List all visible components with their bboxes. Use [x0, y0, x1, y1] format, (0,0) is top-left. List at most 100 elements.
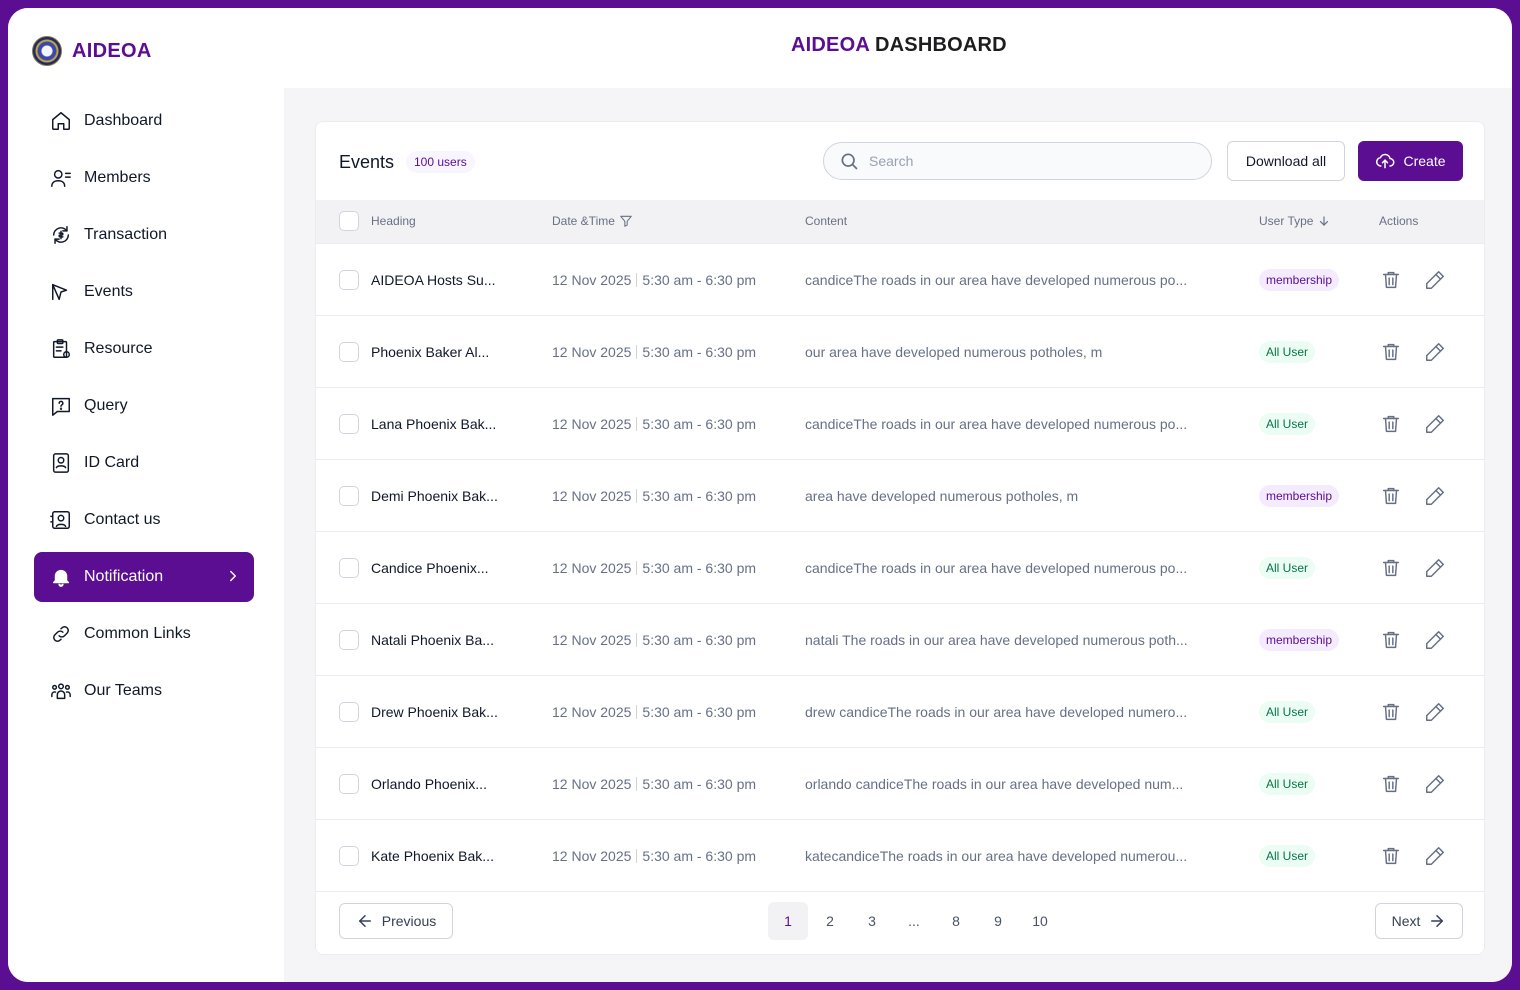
trash-icon[interactable]	[1380, 629, 1402, 651]
pencil-icon[interactable]	[1424, 413, 1446, 435]
sidebar-item-our-teams[interactable]: Our Teams	[34, 666, 254, 716]
sidebar-nav: Dashboard Members Transaction Events Resourc…	[34, 96, 254, 723]
date-divider	[636, 561, 638, 575]
trash-icon[interactable]	[1380, 701, 1402, 723]
column-heading: Heading	[371, 214, 416, 228]
row-datetime: 12 Nov 2025 5:30 am - 6:30 pm	[552, 632, 756, 648]
trash-icon[interactable]	[1380, 413, 1402, 435]
sidebar-item-label: Dashboard	[84, 112, 163, 129]
date-divider	[636, 849, 638, 863]
row-time: 5:30 am - 6:30 pm	[642, 848, 757, 864]
row-checkbox[interactable]	[339, 486, 359, 506]
sidebar-item-common-links[interactable]: Common Links	[34, 609, 254, 659]
select-all-checkbox[interactable]	[339, 211, 359, 231]
brand-logo[interactable]: AIDEOA	[32, 36, 152, 66]
sidebar-item-label: Members	[84, 169, 151, 186]
sidebar-item-resource[interactable]: Resource	[34, 324, 254, 374]
table-row: Demi Phoenix Bak... 12 Nov 2025 5:30 am - …	[316, 460, 1484, 532]
emblem-icon	[32, 36, 62, 66]
row-content: candiceThe roads in our area have develo…	[805, 272, 1188, 288]
row-time: 5:30 am - 6:30 pm	[642, 272, 757, 288]
row-heading: Drew Phoenix Bak...	[371, 704, 498, 720]
search-icon	[841, 153, 858, 170]
page-number[interactable]: 1	[768, 902, 808, 940]
row-checkbox[interactable]	[339, 342, 359, 362]
row-checkbox[interactable]	[339, 414, 359, 434]
pencil-icon[interactable]	[1424, 269, 1446, 291]
row-checkbox[interactable]	[339, 558, 359, 578]
page-number[interactable]: 8	[936, 902, 976, 940]
create-button[interactable]: Create	[1358, 141, 1463, 181]
row-checkbox[interactable]	[339, 846, 359, 866]
page-number[interactable]: 10	[1020, 902, 1060, 940]
row-date: 12 Nov 2025	[552, 488, 632, 504]
sidebar-item-label: Contact us	[84, 511, 161, 528]
trash-icon[interactable]	[1380, 773, 1402, 795]
table-body: AIDEOA Hosts Su... 12 Nov 2025 5:30 am - 6…	[316, 244, 1484, 892]
previous-button[interactable]: Previous	[339, 903, 453, 939]
contact-icon	[50, 511, 70, 529]
trash-icon[interactable]	[1380, 485, 1402, 507]
page-number[interactable]: 3	[852, 902, 892, 940]
column-content: Content	[805, 214, 848, 228]
download-all-button[interactable]: Download all	[1227, 141, 1345, 181]
row-datetime: 12 Nov 2025 5:30 am - 6:30 pm	[552, 560, 756, 576]
clipboard-icon	[52, 339, 70, 358]
trash-icon[interactable]	[1380, 557, 1402, 579]
user-type-badge: All User	[1259, 845, 1316, 867]
search-input[interactable]	[869, 153, 1189, 169]
pencil-icon[interactable]	[1424, 845, 1446, 867]
sidebar-item-dashboard[interactable]: Dashboard	[34, 96, 254, 146]
row-date: 12 Nov 2025	[552, 344, 632, 360]
trash-icon[interactable]	[1380, 845, 1402, 867]
pencil-icon[interactable]	[1424, 341, 1446, 363]
pencil-icon[interactable]	[1424, 485, 1446, 507]
table-row: Phoenix Baker Al... 12 Nov 2025 5:30 am - …	[316, 316, 1484, 388]
row-checkbox[interactable]	[339, 270, 359, 290]
top-header: AIDEOA DASHBOARD	[284, 8, 1512, 88]
row-checkbox[interactable]	[339, 702, 359, 722]
filter-icon[interactable]	[619, 214, 633, 228]
row-time: 5:30 am - 6:30 pm	[642, 344, 757, 360]
row-content: candiceThe roads in our area have develo…	[805, 416, 1188, 432]
column-datetime[interactable]: Date &Time	[552, 214, 633, 228]
pencil-icon[interactable]	[1424, 701, 1446, 723]
page-number[interactable]: 2	[810, 902, 850, 940]
home-icon	[52, 112, 70, 130]
date-divider	[636, 417, 638, 431]
row-heading: AIDEOA Hosts Su...	[371, 272, 496, 288]
next-button[interactable]: Next	[1375, 903, 1463, 939]
row-content: candiceThe roads in our area have develo…	[805, 560, 1188, 576]
pencil-icon[interactable]	[1424, 629, 1446, 651]
sidebar-item-events[interactable]: Events	[34, 267, 254, 317]
arrow-down-icon[interactable]	[1317, 214, 1331, 228]
table-row: Candice Phoenix... 12 Nov 2025 5:30 am - 6…	[316, 532, 1484, 604]
row-heading: Lana Phoenix Bak...	[371, 416, 497, 432]
page-numbers: 1 2 3... 8 9 10	[768, 902, 1060, 940]
previous-label: Previous	[381, 913, 437, 929]
sidebar-item-transaction[interactable]: Transaction	[34, 210, 254, 260]
date-divider	[636, 489, 638, 503]
chevron-right-icon	[230, 570, 236, 582]
page-number[interactable]: 9	[978, 902, 1018, 940]
row-checkbox[interactable]	[339, 774, 359, 794]
trash-icon[interactable]	[1380, 269, 1402, 291]
column-user-type-label: User Type	[1259, 214, 1314, 228]
sidebar-item-members[interactable]: Members	[34, 153, 254, 203]
search-box[interactable]	[823, 142, 1212, 180]
pencil-icon[interactable]	[1424, 557, 1446, 579]
sidebar-item-notification[interactable]: Notification	[34, 552, 254, 602]
user-type-badge: All User	[1259, 701, 1316, 723]
sidebar-item-id-card[interactable]: ID Card	[34, 438, 254, 488]
pencil-icon[interactable]	[1424, 773, 1446, 795]
row-datetime: 12 Nov 2025 5:30 am - 6:30 pm	[552, 416, 756, 432]
sidebar-item-query[interactable]: Query	[34, 381, 254, 431]
row-heading: Orlando Phoenix...	[371, 776, 487, 792]
row-checkbox[interactable]	[339, 630, 359, 650]
sidebar-item-contact-us[interactable]: Contact us	[34, 495, 254, 545]
trash-icon[interactable]	[1380, 341, 1402, 363]
column-user-type[interactable]: User Type	[1259, 214, 1331, 228]
row-datetime: 12 Nov 2025 5:30 am - 6:30 pm	[552, 344, 756, 360]
pagination: Previous 1 2 3... 8 9 10 Next	[316, 892, 1484, 954]
row-time: 5:30 am - 6:30 pm	[642, 488, 757, 504]
